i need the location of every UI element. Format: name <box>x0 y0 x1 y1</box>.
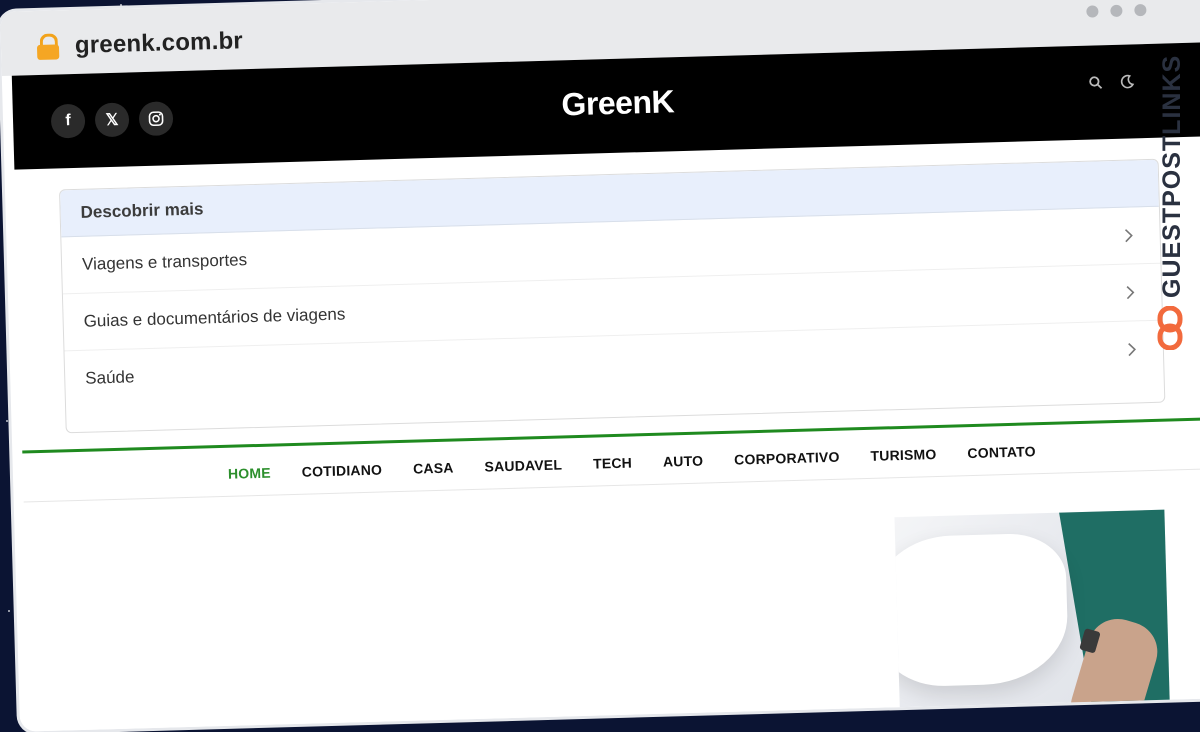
chevron-right-icon <box>1126 286 1135 300</box>
nav-item-contato[interactable]: CONTATO <box>967 443 1036 461</box>
chevron-right-icon <box>1128 343 1136 357</box>
address-bar[interactable]: greenk.com.br <box>36 27 244 61</box>
dark-mode-icon[interactable] <box>1120 74 1135 89</box>
nav-item-tech[interactable]: TECH <box>593 455 632 472</box>
nav-item-auto[interactable]: AUTO <box>663 453 704 470</box>
window-dot-icon[interactable] <box>1110 4 1123 17</box>
address-domain: greenk.com.br <box>74 27 244 59</box>
nav-item-saudavel[interactable]: SAUDAVEL <box>484 456 562 474</box>
watermark-text: GUESTPOSTLINKS <box>1158 54 1186 298</box>
discover-item-label: Guias e documentários de viagens <box>83 304 346 331</box>
chain-link-icon <box>1157 306 1183 350</box>
nav-item-casa[interactable]: CASA <box>413 460 454 477</box>
browser-window: greenk.com.br f 𝕏 GreenK Descobrir mais … <box>0 0 1200 732</box>
header-tools <box>1088 74 1135 89</box>
nav-item-corporativo[interactable]: CORPORATIVO <box>734 449 840 468</box>
nav-item-home[interactable]: HOME <box>228 465 271 482</box>
window-controls <box>1086 3 1147 18</box>
nav-item-cotidiano[interactable]: COTIDIANO <box>302 462 383 480</box>
discover-item-label: Viagens e transportes <box>81 250 248 274</box>
chevron-right-icon <box>1124 229 1133 243</box>
site-logo[interactable]: GreenK <box>13 68 1200 139</box>
nav-item-turismo[interactable]: TURISMO <box>870 446 936 464</box>
window-dot-icon[interactable] <box>1086 5 1099 18</box>
article-thumbnail[interactable] <box>894 509 1170 718</box>
lock-icon <box>36 33 60 60</box>
window-dot-icon[interactable] <box>1134 3 1147 17</box>
discover-more-panel: Descobrir mais Viagens e transportes Gui… <box>58 158 1166 434</box>
main-nav: HOME COTIDIANO CASA SAUDAVEL TECH AUTO C… <box>22 419 1200 503</box>
guestpostlinks-watermark: GUESTPOSTLINKS <box>1154 54 1194 358</box>
search-icon[interactable] <box>1088 75 1103 89</box>
discover-item-label: Saúde <box>84 367 135 388</box>
website: f 𝕏 GreenK Descobrir mais Viagens e tran… <box>11 41 1200 732</box>
